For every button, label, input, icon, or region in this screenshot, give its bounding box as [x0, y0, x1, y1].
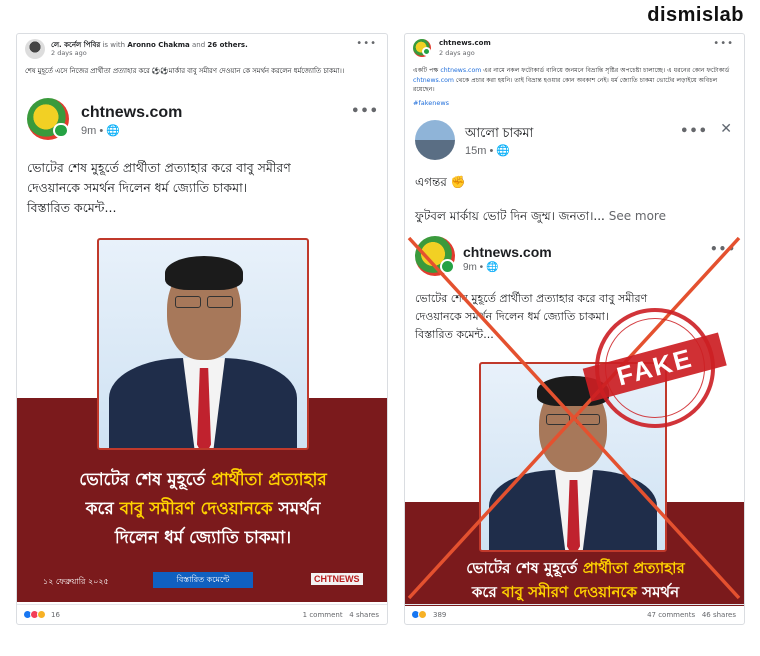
reaction-count[interactable]: 389	[433, 611, 446, 619]
post-time[interactable]: 2 days ago	[51, 49, 87, 57]
shared-author-name[interactable]: আলো চাকমা	[465, 124, 533, 145]
more-options-icon[interactable]: •••	[356, 38, 377, 49]
post-caption: একটি পক্ষ chtnews.com এর নামে নকল ফটোকার…	[405, 64, 744, 95]
headline-part: সমর্থন	[272, 499, 321, 519]
card-meta: 9m • 🌐	[463, 262, 499, 273]
author-name[interactable]: লে. কর্নেল পিবির	[51, 41, 100, 49]
headline-highlight: প্রার্থীতা প্রত্যাহার	[211, 470, 327, 490]
engagement-stats: 1 comment 4 shares	[303, 611, 379, 619]
shared-line-1: এগন্তর ✊	[415, 175, 466, 189]
chtnews-watermark: CHTNEWS	[311, 573, 363, 585]
comments-count[interactable]: 1 comment	[303, 611, 343, 619]
caption-part: থেকে প্রচার করা হয়নি। তাই বিভ্রান্ত হওয…	[413, 76, 718, 94]
card-post-text: ভোটের শেষ মুহূর্তে প্রার্থীতা প্রত্যাহার…	[27, 158, 291, 218]
post-time[interactable]: 2 days ago	[439, 49, 475, 57]
details-in-comments-button: বিস্তারিত কমেন্টে	[153, 572, 253, 588]
post-caption: শেষ মুহূর্তে এসে নিজের প্রার্থীতা প্রত্য…	[25, 67, 345, 75]
haha-icon	[37, 610, 46, 619]
card-text-line: দেওয়ানকে সমর্থন দিলেন ধর্ম জ্যোতি চাকমা…	[27, 180, 248, 195]
headline-part: করে	[471, 583, 502, 601]
card-text-line: ভোটের শেষ মুহূর্তে প্রার্থীতা প্রত্যাহার…	[27, 160, 291, 175]
shared-author-avatar[interactable]	[415, 120, 455, 160]
candidate-photo	[97, 238, 309, 450]
engagement-stats: 47 comments 46 shares	[647, 611, 736, 619]
author-avatar[interactable]	[25, 39, 45, 59]
others-link[interactable]: 26 others.	[207, 41, 247, 49]
author-line: chtnews.com	[439, 39, 491, 47]
reaction-icons[interactable]	[411, 610, 427, 619]
headline-highlight: প্রার্থীতা প্রত্যাহার	[582, 559, 685, 577]
post-header: লে. কর্নেল পিবির is with Aronno Chakma a…	[17, 34, 387, 64]
shared-meta: 15m • 🌐	[465, 145, 511, 157]
card-source-name[interactable]: chtnews.com	[81, 104, 182, 122]
headline-part: করে	[85, 499, 120, 519]
headline-line: দিলেন ধর্ম জ্যোতি চাকমা।	[114, 528, 292, 548]
tagged-name[interactable]: Aronno Chakma	[127, 41, 189, 49]
reaction-count[interactable]: 16	[51, 611, 60, 619]
shares-count[interactable]: 4 shares	[349, 611, 379, 619]
shared-text: ফুটবল মার্কায় ভোট দিন জুম্ম। জনতা।...	[415, 209, 605, 223]
card-text-line: ভোটের শেষ মুহূর্তে প্রার্থীতা প্রত্যাহার…	[415, 292, 648, 305]
reaction-bar: 389 47 comments 46 shares	[405, 604, 744, 624]
card-more-icon[interactable]: •••	[351, 104, 379, 119]
left-facebook-post: লে. কর্নেল পিবির is with Aronno Chakma a…	[16, 33, 388, 625]
card-more-icon[interactable]: •••	[710, 242, 736, 256]
headline-part: সমর্থন	[636, 583, 680, 601]
photocard-headline: ভোটের শেষ মুহূর্তে প্রার্থীতা প্রত্যাহার…	[17, 466, 387, 553]
photocard-headline: ভোটের শেষ মুহূর্তে প্রার্থীতা প্রত্যাহার…	[405, 556, 744, 604]
reaction-bar: 16 1 comment 4 shares	[17, 604, 387, 624]
glasses-shape	[546, 414, 570, 425]
caption-part: একটি পক্ষ	[413, 67, 441, 74]
reaction-icons[interactable]	[23, 610, 46, 619]
card-meta: 9m • 🌐	[81, 125, 120, 137]
shared-more-icon[interactable]: •••	[680, 124, 708, 139]
haha-icon	[418, 610, 427, 619]
with-text: is with	[102, 41, 126, 49]
embedded-screenshot: আলো চাকমা 15m • 🌐 ••• ✕ এগন্তর ✊ ফুটবল ম…	[405, 112, 744, 606]
glasses-shape	[576, 414, 600, 425]
hair-shape	[165, 256, 243, 290]
see-more-link[interactable]: See more	[609, 209, 666, 223]
more-options-icon[interactable]: •••	[713, 38, 734, 49]
card-source-name[interactable]: chtnews.com	[463, 244, 552, 260]
brand-logo: dismislab	[647, 4, 744, 26]
shared-line-2: ফুটবল মার্কায় ভোট দিন জুম্ম। জনতা।... S…	[415, 208, 666, 228]
photocard-graphic: ভোটের শেষ মুহূর্তে প্রার্থীতা প্রত্যাহার…	[17, 238, 387, 602]
right-facebook-post: chtnews.com 2 days ago ••• একটি পক্ষ cht…	[404, 33, 745, 625]
headline-highlight: বাবু সমীরণ দেওয়ানকে	[501, 583, 637, 601]
author-avatar[interactable]	[413, 39, 431, 57]
card-text-line: দেওয়ানকে সমর্থন দিলেন ধর্ম জ্যোতি চাকমা…	[415, 310, 609, 323]
glasses-shape	[207, 296, 233, 308]
hashtag-link[interactable]: #fakenews	[405, 95, 744, 107]
and-text: and	[192, 41, 206, 49]
headline-part: ভোটের শেষ মুহূর্তে	[79, 470, 212, 490]
author-name[interactable]: chtnews.com	[439, 39, 491, 47]
glasses-shape	[175, 296, 201, 308]
caption-link[interactable]: chtnews.com	[440, 67, 481, 74]
comments-count[interactable]: 47 comments	[647, 611, 695, 619]
headline-highlight: বাবু সমীরণ দেওয়ানকে	[119, 499, 273, 519]
card-text-line: বিস্তারিত কমেন্ট...	[27, 200, 117, 215]
caption-part: এর নামে নকল ফটোকার্ড বানিয়ে জনমনে বিভ্র…	[481, 67, 730, 74]
photocard-date: ১২ ফেব্রুয়ারি ২০২৫	[43, 577, 109, 586]
chtnews-logo	[27, 98, 69, 140]
caption-link[interactable]: chtnews.com	[413, 77, 454, 84]
chtnews-logo	[415, 236, 455, 276]
shares-count[interactable]: 46 shares	[702, 611, 736, 619]
headline-part: ভোটের শেষ মুহূর্তে	[466, 559, 583, 577]
post-header: chtnews.com 2 days ago •••	[405, 34, 744, 64]
shared-photo-card[interactable]: chtnews.com 9m • 🌐 ••• ভোটের শেষ মুহূর্ত…	[17, 92, 387, 602]
close-icon[interactable]: ✕	[720, 121, 732, 137]
